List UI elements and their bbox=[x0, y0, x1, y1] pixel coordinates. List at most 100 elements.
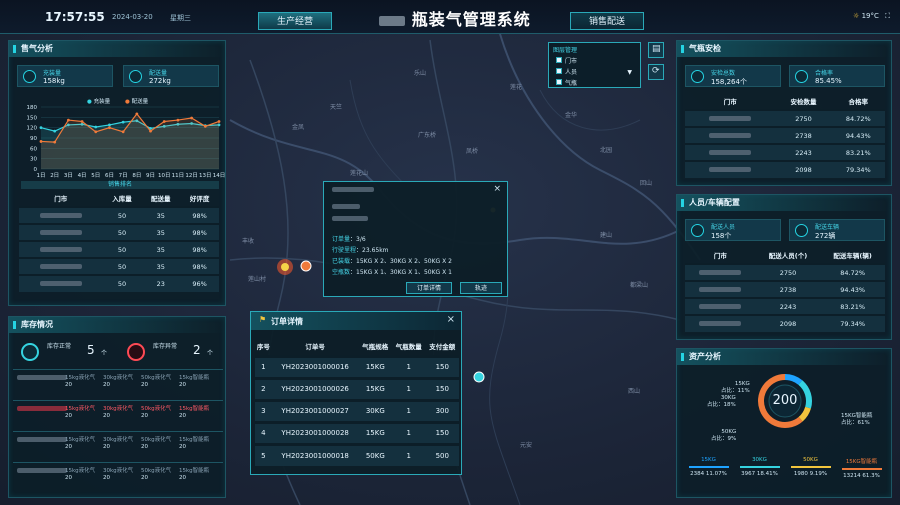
table-row[interactable]: 2098 79.34% bbox=[685, 160, 885, 178]
stat-vehicles: 配送车辆 272辆 bbox=[789, 219, 885, 241]
data-point bbox=[217, 120, 221, 123]
table-row[interactable]: 50 35 98% bbox=[19, 257, 219, 275]
close-icon[interactable]: × bbox=[493, 184, 501, 194]
legend-item: 50KG 1980 9.19% bbox=[785, 457, 836, 477]
donut-slice bbox=[798, 406, 811, 422]
page-title: 瓶装气管理系统 bbox=[370, 6, 540, 30]
data-point bbox=[39, 126, 43, 130]
stock-row[interactable]: 15kg液化气 20 30kg液化气 20 50kg液化气 20 15kg智能瓶 20 bbox=[13, 462, 223, 492]
page-title-text: 瓶装气管理系统 bbox=[411, 10, 531, 29]
window-control-icon[interactable]: ⛶ bbox=[885, 12, 890, 20]
stock-type: 50kg液化气 bbox=[141, 468, 172, 474]
weather-temp: 19°C bbox=[861, 12, 879, 20]
table-row[interactable]: 2243 83.21% bbox=[685, 143, 885, 161]
data-point bbox=[190, 116, 194, 120]
stock-row[interactable]: 15kg液化气 20 30kg液化气 20 50kg液化气 20 15kg智能瓶 20 bbox=[13, 369, 223, 399]
stock-row[interactable]: 15kg液化气 20 30kg液化气 20 50kg液化气 20 15kg智能瓶 20 bbox=[13, 400, 223, 430]
caret-down-icon[interactable]: ▼ bbox=[627, 69, 632, 76]
blurred-logo bbox=[379, 15, 406, 26]
map-label: 莲花 bbox=[510, 84, 523, 91]
table-row[interactable]: 50 35 98% bbox=[19, 206, 219, 224]
x-tick-label: 2日 bbox=[50, 172, 59, 179]
blurred-store bbox=[39, 229, 82, 235]
checkbox-cylinder[interactable] bbox=[556, 79, 562, 85]
table-row[interactable]: 2 YH2023001000026 15KG 1 150 bbox=[255, 376, 459, 400]
legend-name: 15KG bbox=[701, 457, 716, 463]
table-row[interactable]: 4 YH2023001000028 15KG 1 150 bbox=[255, 420, 459, 444]
top-header: 17:57:55 2024-03-20 星期三 生产经营 瓶装气管理系统 销售配… bbox=[0, 0, 900, 34]
stock-count: 20 bbox=[141, 413, 148, 419]
rank-title: 销售排名 bbox=[21, 181, 219, 189]
table-row[interactable]: 2750 84.72% bbox=[685, 109, 885, 127]
col-header: 门市 bbox=[54, 195, 68, 203]
legend-bar bbox=[688, 466, 729, 468]
table-row[interactable]: 50 35 98% bbox=[19, 223, 219, 241]
map-label: 西山 bbox=[628, 388, 641, 395]
table-row[interactable]: 5 YH2023001000018 50KG 1 500 bbox=[255, 442, 459, 466]
data-point bbox=[53, 129, 57, 133]
table-row[interactable]: 2243 83.21% bbox=[685, 297, 885, 315]
stock-type: 30kg液化气 bbox=[103, 468, 134, 474]
y-tick-label: 30 bbox=[30, 157, 37, 163]
legend-bar bbox=[841, 468, 882, 470]
track-button[interactable]: 轨迹 bbox=[460, 282, 502, 294]
stock-count: 20 bbox=[141, 444, 148, 450]
legend-item: 30KG 3967 18.41% bbox=[734, 457, 785, 477]
flag-icon: ⚑ bbox=[259, 315, 267, 324]
table-row[interactable]: 50 35 98% bbox=[19, 240, 219, 258]
legend-name: 15KG智能瓶 bbox=[845, 459, 878, 465]
panel-title: 资产分析 bbox=[677, 349, 891, 365]
blurred-store bbox=[39, 212, 82, 218]
dialog-header: ⚑ 订单详情 × bbox=[251, 312, 461, 330]
stock-type: 15kg液化气 bbox=[65, 375, 96, 381]
stat-pass-rate: 合格率 85.45% bbox=[789, 65, 885, 87]
assets-legend: 15KG 2384 11.07% 30KG 3967 18.41% 50KG 1980 9… bbox=[683, 457, 887, 495]
stat-label: 安检总数 bbox=[711, 70, 736, 77]
map-label: 建山 bbox=[600, 232, 613, 239]
checkbox-staff[interactable] bbox=[556, 68, 562, 74]
table-row[interactable]: 2750 84.72% bbox=[685, 263, 885, 281]
table-row[interactable]: 2738 94.43% bbox=[685, 126, 885, 144]
col-header: 安检数量 bbox=[790, 98, 817, 106]
order-table: 序号 订单号 气瓶规格 气瓶数量 支付金额 1 YH2023001000016 15… bbox=[255, 338, 459, 466]
col-header: 门市 bbox=[723, 98, 737, 106]
data-point bbox=[176, 118, 180, 122]
col-header: 序号 bbox=[256, 343, 270, 352]
refresh-button[interactable]: ⟳ bbox=[648, 64, 664, 80]
data-point bbox=[66, 118, 70, 122]
checkbox-store[interactable] bbox=[556, 57, 562, 63]
stock-type: 15kg智能瓶 bbox=[179, 437, 210, 443]
x-tick-label: 3日 bbox=[64, 172, 73, 179]
table-row[interactable]: 2098 79.34% bbox=[685, 314, 885, 332]
blurred-store bbox=[17, 468, 67, 473]
x-tick-label: 4日 bbox=[78, 172, 87, 179]
stock-count: 20 bbox=[103, 413, 110, 419]
x-tick-label: 5日 bbox=[91, 172, 100, 179]
line-chart: 03060901201501801日 2日 3日 4日 5日 6日 7日 8日 9日 10日 11日… bbox=[27, 105, 226, 179]
x-tick-label: 10日 bbox=[158, 172, 171, 179]
donut-label-15kg: 15KG 占比：11% bbox=[721, 381, 750, 394]
col-header: 配送人员(个) bbox=[768, 252, 808, 260]
stock-row[interactable]: 15kg液化气 20 30kg液化气 20 50kg液化气 20 15kg智能瓶 20 bbox=[13, 431, 223, 461]
layer-filter[interactable]: 图层管理 门市 人员 气瓶 ▼ bbox=[548, 42, 641, 88]
layers-button[interactable]: ▤ bbox=[648, 42, 664, 58]
table-row[interactable]: 1 YH2023001000016 15KG 1 150 bbox=[255, 354, 459, 378]
blurred-store bbox=[17, 375, 67, 380]
order-detail-button[interactable]: 订单详情 bbox=[406, 282, 452, 294]
table-row[interactable]: 50 23 96% bbox=[19, 274, 219, 292]
table-row[interactable]: 3 YH2023001000027 30KG 1 300 bbox=[255, 398, 459, 422]
stock-count: 20 bbox=[179, 413, 186, 419]
x-tick-label: 13日 bbox=[199, 172, 212, 179]
stock-type: 50kg液化气 bbox=[141, 375, 172, 381]
truck-icon bbox=[795, 224, 808, 237]
table-row[interactable]: 2738 94.43% bbox=[685, 280, 885, 298]
stock-count: 20 bbox=[179, 382, 186, 388]
tab-production[interactable]: 生产经营 bbox=[258, 12, 332, 30]
stock-count: 20 bbox=[103, 444, 110, 450]
map-label: 乐山 bbox=[414, 70, 427, 77]
tab-sales[interactable]: 销售配送 bbox=[570, 12, 644, 30]
legend-item: 15KG 2384 11.07% bbox=[683, 457, 734, 477]
gauge-icon bbox=[129, 70, 142, 83]
map-label: 元安 bbox=[520, 442, 533, 449]
close-icon[interactable]: × bbox=[447, 314, 455, 325]
